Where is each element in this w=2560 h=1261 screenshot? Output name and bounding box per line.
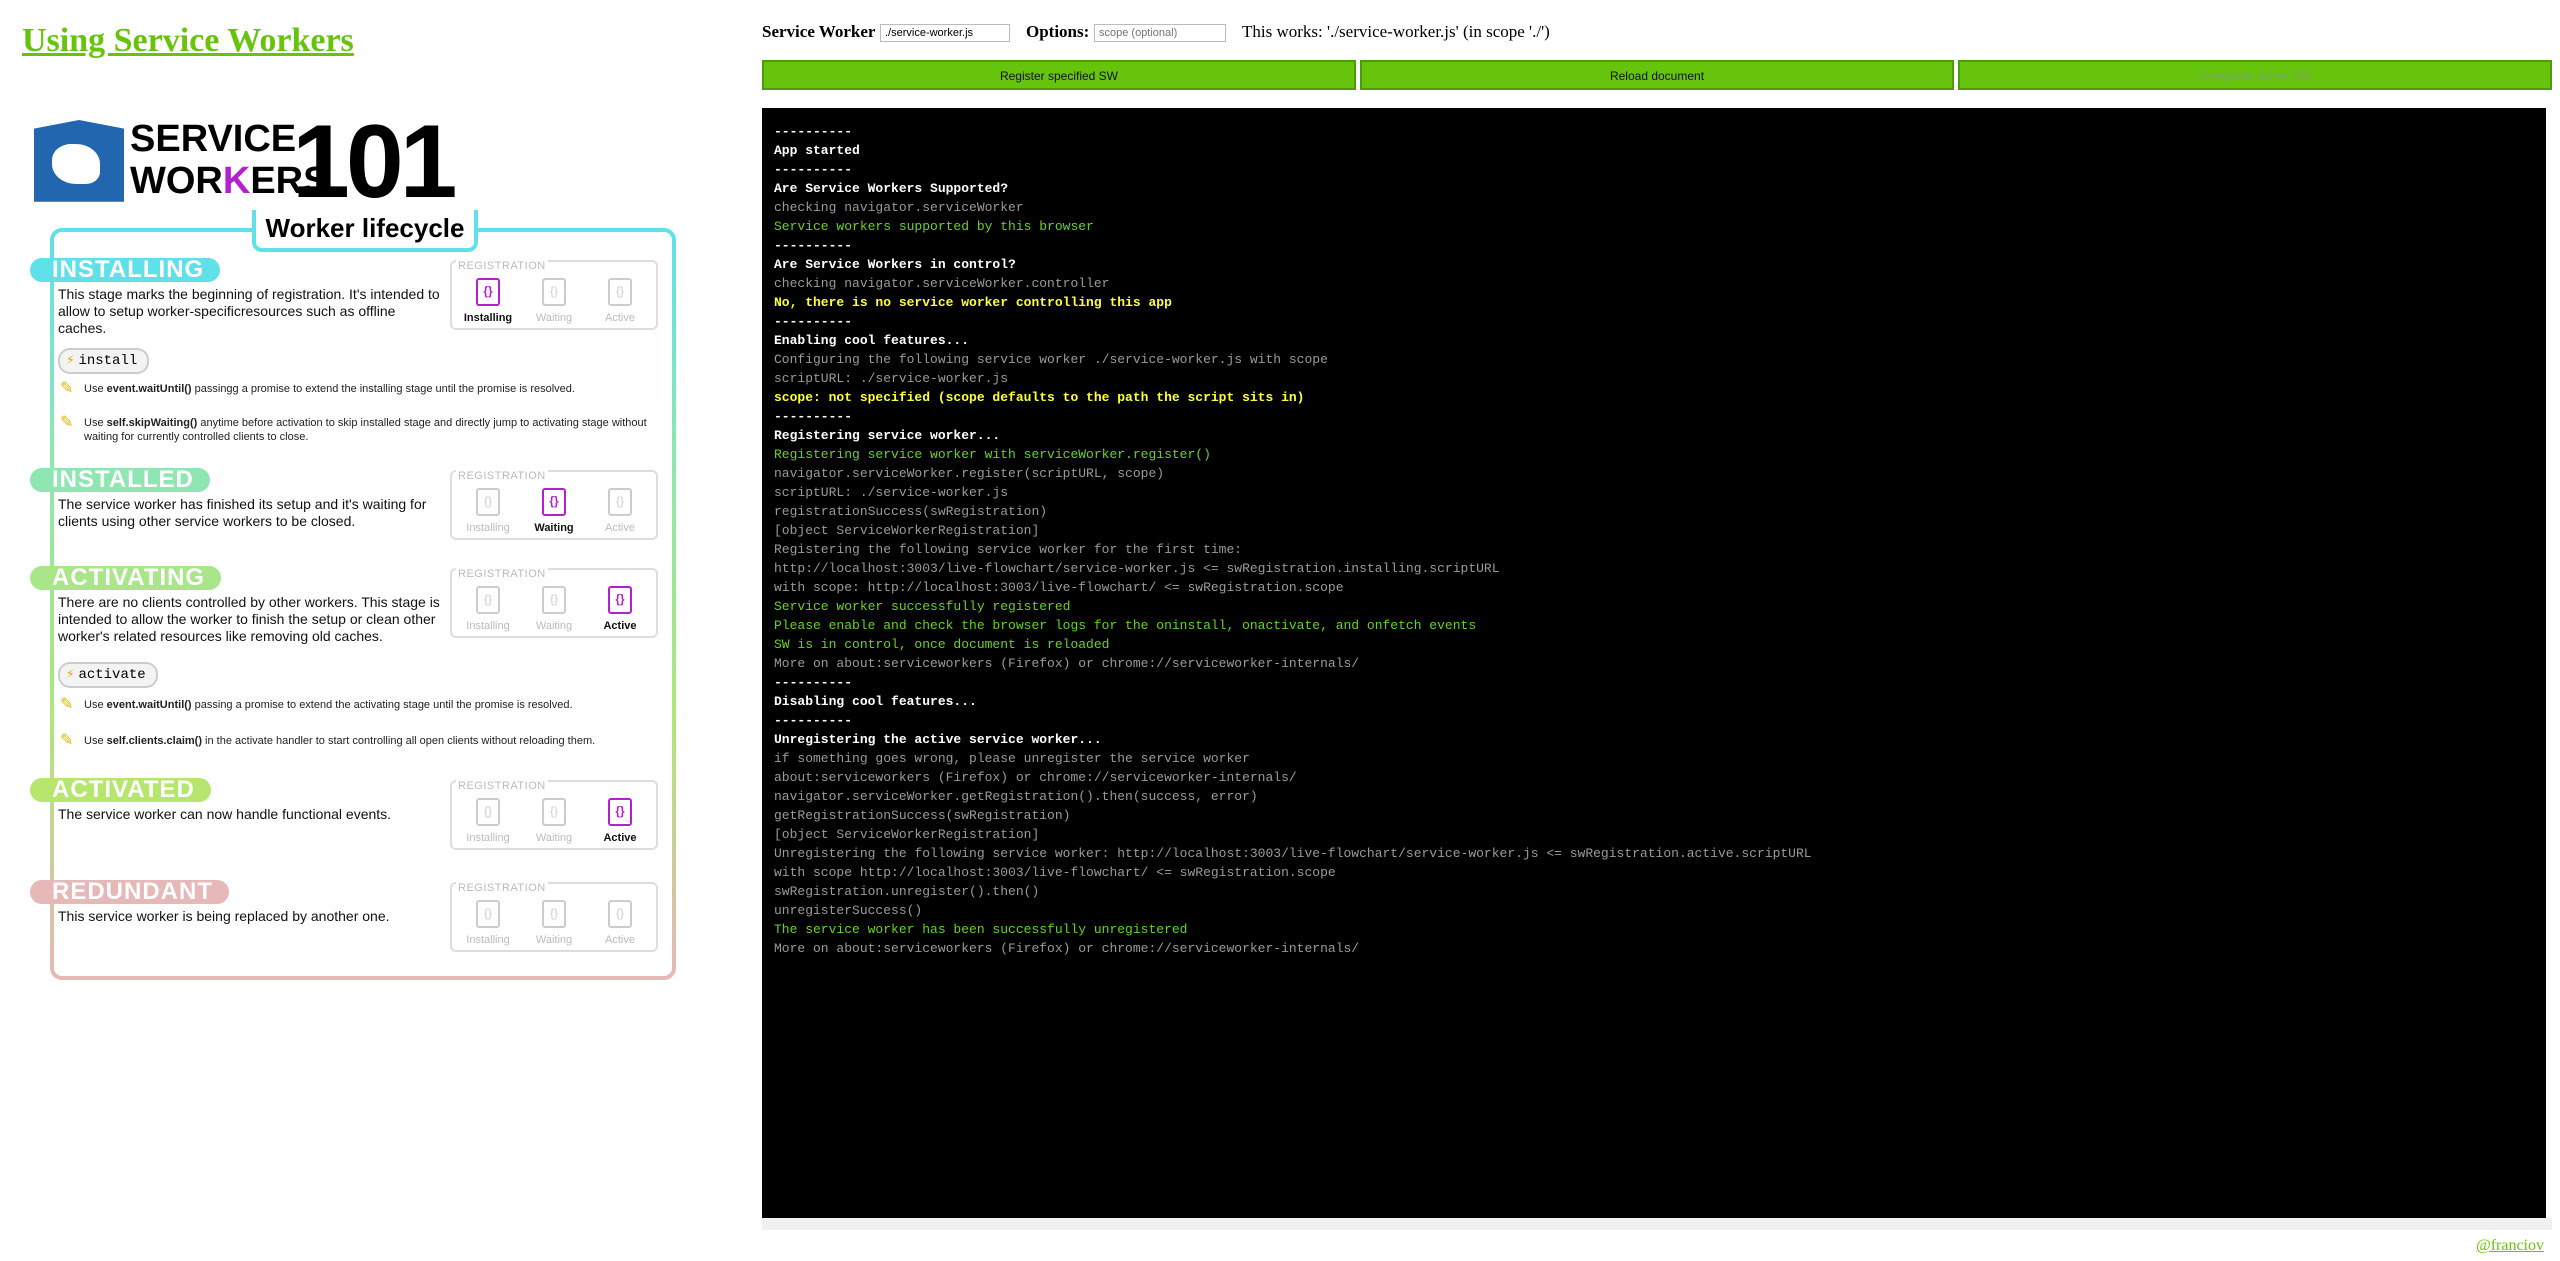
console-line: if something goes wrong, please unregist… [774, 751, 1250, 766]
console-line: scriptURL: ./service-worker.js [774, 485, 1009, 500]
console-line: scriptURL: ./service-worker.js [774, 371, 1009, 386]
event-install: ⚡ install [58, 348, 150, 374]
console-line: checking navigator.serviceWorker [774, 200, 1024, 215]
reload-document-button[interactable]: Reload document [1360, 60, 1954, 90]
registration-panel-installed: REGISTRATION {} Installing {} Waiting {} Ac… [450, 470, 658, 540]
page-title-link[interactable]: Using Service Workers [22, 22, 354, 60]
console-line: No, there is no service worker controlli… [774, 295, 1172, 310]
console-line: Are Service Workers in control? [774, 257, 1016, 272]
console-line: [object ServiceWorkerRegistration] [774, 523, 1040, 538]
console-line: ---------- [774, 124, 853, 139]
waiting-doc-icon: {} [542, 488, 566, 516]
console-line: unregisterSuccess() [774, 903, 923, 918]
console-line: ---------- [774, 314, 853, 329]
sw-script-input[interactable] [880, 24, 1010, 42]
console-line: ---------- [774, 162, 853, 177]
stage-title-installing: INSTALLING [30, 258, 221, 282]
console-line: Enabling cool features... [774, 333, 970, 348]
console-line: Service workers supported by this browse… [774, 219, 1094, 234]
pencil-icon: ✎ [60, 732, 74, 749]
bolt-icon: ⚡ [66, 667, 75, 683]
brand-line1: SERVICE [130, 118, 297, 160]
service-workers-101-infographic: SERVICE WORKERS 101 Worker lifecycle INS… [30, 110, 680, 980]
console-line: navigator.serviceWorker.register(scriptU… [774, 466, 1165, 481]
stage-title-redundant: REDUNDANT [30, 880, 229, 904]
installing-doc-icon: {} [476, 278, 500, 306]
registration-panel-installing: REGISTRATION {} Installing {} Waiting {} Ac… [450, 260, 658, 330]
console-line: Service worker successfully registered [774, 599, 1071, 614]
console-line: Unregistering the following service work… [774, 846, 1812, 861]
registration-panel-redundant: REGISTRATION {} Installing {} Waiting {} Ac… [450, 882, 658, 952]
console-line: [object ServiceWorkerRegistration] [774, 827, 1040, 842]
event-activate: ⚡ activate [58, 662, 158, 688]
stage-desc-activated: The service worker can now handle functi… [58, 806, 392, 822]
stage-desc-installing: This stage marks the beginning of regist… [58, 286, 440, 336]
stage-desc-activating: There are no clients controlled by other… [58, 594, 440, 644]
console-line: Registering service worker with serviceW… [774, 447, 1211, 462]
console-line: Configuring the following service worker… [774, 352, 1328, 367]
console-line: ---------- [774, 713, 853, 728]
console-line: ---------- [774, 238, 853, 253]
waiting-doc-icon: {} [542, 900, 566, 928]
console-line: about:serviceworkers (Firefox) or chrome… [774, 770, 1297, 785]
active-doc-icon: {} [608, 798, 632, 826]
works-text: This works: './service-worker.js' (in sc… [1242, 22, 1550, 41]
stage-title-installed: INSTALLED [30, 468, 210, 492]
pencil-icon: ✎ [60, 414, 74, 431]
console-line: scope: not specified (scope defaults to … [774, 390, 1305, 405]
console-line: Registering the following service worker… [774, 542, 1243, 557]
bolt-icon: ⚡ [66, 353, 75, 369]
installing-doc-icon: {} [476, 488, 500, 516]
active-doc-icon: {} [608, 488, 632, 516]
waiting-doc-icon: {} [542, 586, 566, 614]
console-line: ---------- [774, 675, 853, 690]
waiting-doc-icon: {} [542, 278, 566, 306]
active-doc-icon: {} [608, 278, 632, 306]
installing-doc-icon: {} [476, 798, 500, 826]
waiting-doc-icon: {} [542, 798, 566, 826]
console-line: getRegistrationSuccess(swRegistration) [774, 808, 1071, 823]
lifecycle-subtitle: Worker lifecycle [252, 210, 478, 252]
console-line: Are Service Workers Supported? [774, 181, 1009, 196]
console-line: with scope: http://localhost:3003/live-f… [774, 580, 1344, 595]
installing-doc-icon: {} [476, 586, 500, 614]
brand-number: 101 [292, 104, 458, 220]
register-sw-button[interactable]: Register specified SW [762, 60, 1356, 90]
registration-panel-activated: REGISTRATION {} Installing {} Waiting {} Ac… [450, 780, 658, 850]
service-worker-logo-icon [34, 120, 124, 202]
stage-desc-installed: The service worker has finished its setu… [58, 496, 427, 529]
console-scrollbar[interactable] [762, 1218, 2552, 1230]
console-line: ---------- [774, 409, 853, 424]
console-line: More on about:serviceworkers (Firefox) o… [774, 656, 1360, 671]
console-line: Disabling cool features... [774, 694, 977, 709]
options-label: Options: [1026, 22, 1090, 41]
console-line: The service worker has been successfully… [774, 922, 1188, 937]
console-line: App started [774, 143, 860, 158]
stage-title-activated: ACTIVATED [30, 778, 211, 802]
pencil-icon: ✎ [60, 696, 74, 713]
console-line: checking navigator.serviceWorker.control… [774, 276, 1110, 291]
console-line: Please enable and check the browser logs… [774, 618, 1477, 633]
registration-panel-activating: REGISTRATION {} Installing {} Waiting {} Ac… [450, 568, 658, 638]
console-line: SW is in control, once document is reloa… [774, 637, 1110, 652]
console-line: navigator.serviceWorker.getRegistration(… [774, 789, 1258, 804]
scope-input[interactable] [1094, 24, 1226, 42]
active-doc-icon: {} [608, 586, 632, 614]
log-console[interactable]: ---------- App started ---------- Are Servi… [762, 108, 2546, 1218]
console-line: http://localhost:3003/live-flowchart/ser… [774, 561, 1500, 576]
stage-title-activating: ACTIVATING [30, 566, 222, 590]
pencil-icon: ✎ [60, 380, 74, 397]
active-doc-icon: {} [608, 900, 632, 928]
console-line: More on about:serviceworkers (Firefox) o… [774, 941, 1360, 956]
console-line: registrationSuccess(swRegistration) [774, 504, 1048, 519]
stage-desc-redundant: This service worker is being replaced by… [58, 908, 390, 924]
console-line: with scope http://localhost:3003/live-fl… [774, 865, 1336, 880]
console-line: swRegistration.unregister().then() [774, 884, 1040, 899]
author-credit-link[interactable]: @franciov [2476, 1237, 2544, 1255]
console-line: Unregistering the active service worker.… [774, 732, 1102, 747]
console-line: Registering service worker... [774, 428, 1001, 443]
unregister-sw-button[interactable]: Unregister active SW [1958, 60, 2552, 90]
sw-label: Service Worker [762, 22, 876, 41]
installing-doc-icon: {} [476, 900, 500, 928]
